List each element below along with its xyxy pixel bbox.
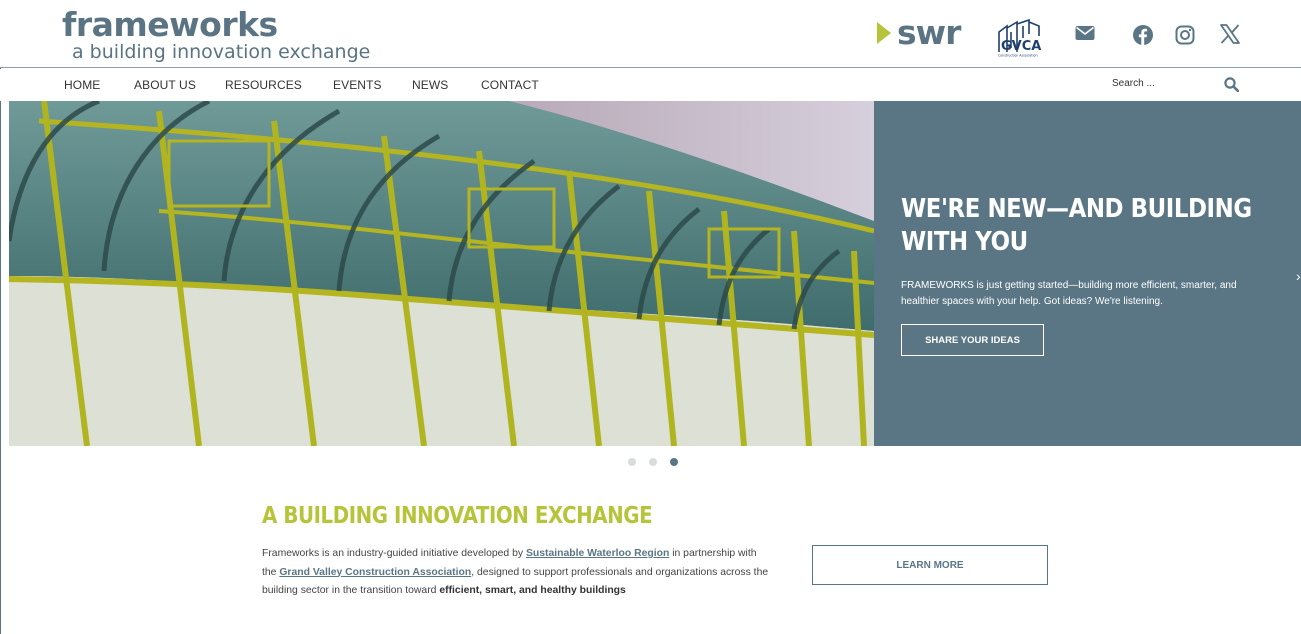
gvca-link[interactable]: Grand Valley Construction Association	[279, 567, 471, 578]
intro-text-bold: efficient, smart, and healthy buildings	[439, 585, 626, 596]
mail-icon[interactable]	[1075, 25, 1095, 41]
nav-item-resources[interactable]: RESOURCES	[225, 78, 302, 92]
instagram-icon[interactable]	[1175, 25, 1195, 45]
logo-title: frameworks	[62, 5, 278, 44]
hero-slider: WE'RE NEW—AND BUILDING WITH YOU FRAMEWOR…	[9, 101, 1301, 446]
nav-item-home[interactable]: HOME	[64, 78, 100, 92]
sustainable-waterloo-link[interactable]: Sustainable Waterloo Region	[526, 548, 669, 559]
intro-text-part-1: Frameworks is an industry-guided initiat…	[262, 548, 526, 559]
slider-dot-1[interactable]	[628, 458, 636, 466]
slider-dot-3-active[interactable]	[670, 458, 678, 466]
facebook-icon[interactable]	[1133, 25, 1153, 45]
hero-heading: WE'RE NEW—AND BUILDING WITH YOU	[901, 194, 1252, 257]
swr-arrow-icon	[877, 22, 891, 44]
slider-next-icon[interactable]: ›	[1296, 268, 1301, 284]
nav-item-contact[interactable]: CONTACT	[481, 78, 539, 92]
site-header: frameworks a building innovation exchang…	[0, 0, 1301, 68]
nav-item-about-us[interactable]: ABOUT US	[134, 78, 196, 92]
nav-item-news[interactable]: NEWS	[412, 78, 448, 92]
site-logo[interactable]: frameworks a building innovation exchang…	[62, 5, 371, 63]
nav-item-events[interactable]: EVENTS	[333, 78, 382, 92]
swr-logo-text: swr	[897, 13, 961, 52]
hero-image	[9, 101, 874, 446]
gvca-logo[interactable]: GVCA Construction Association	[995, 18, 1051, 58]
hero-text: FRAMEWORKS is just getting started—build…	[901, 280, 1237, 307]
gvca-logo-mark: GVCA	[1001, 39, 1041, 54]
slider-dots	[628, 458, 678, 466]
intro-title: A BUILDING INNOVATION EXCHANGE	[262, 503, 653, 529]
gvca-logo-caption: Construction Association	[998, 54, 1037, 58]
slider-dot-2[interactable]	[649, 458, 657, 466]
swr-logo[interactable]: swr	[877, 13, 961, 52]
intro-text: Frameworks is an industry-guided initiat…	[262, 545, 772, 601]
share-ideas-button[interactable]: SHARE YOUR IDEAS	[901, 324, 1044, 356]
hero-panel: WE'RE NEW—AND BUILDING WITH YOU FRAMEWOR…	[874, 101, 1301, 446]
search-input[interactable]: Search ...	[1112, 78, 1155, 89]
logo-subtitle: a building innovation exchange	[72, 41, 371, 63]
x-icon[interactable]	[1219, 23, 1241, 45]
learn-more-button[interactable]: LEARN MORE	[812, 545, 1048, 585]
search-icon[interactable]	[1224, 77, 1239, 92]
main-nav: HOME ABOUT US RESOURCES EVENTS NEWS CONT…	[0, 69, 1301, 101]
